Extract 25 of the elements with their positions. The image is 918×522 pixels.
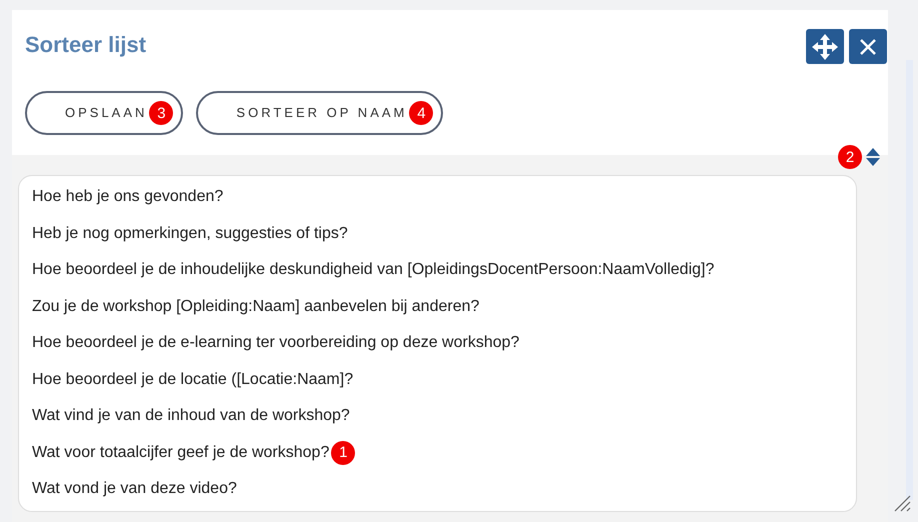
list-item[interactable]: Hoe beoordeel je de inhoudelijke deskundigheid van [OpleidingsDocentPersoon:NaamVolledig]? — [32, 258, 714, 282]
list-item[interactable]: Heb je nog opmerkingen, suggesties of tips? — [32, 222, 348, 246]
list-item[interactable]: Wat vind je van de inhoud van de workshop? — [32, 404, 350, 428]
move-icon — [811, 32, 839, 60]
number-badge: 2 — [838, 145, 862, 169]
button-label: SORTEER OP NAAM — [236, 104, 408, 122]
number-badge: 3 — [149, 101, 174, 125]
list-item[interactable]: Hoe beoordeel je de e-learning ter voorbereiding op deze workshop? — [32, 331, 520, 356]
close-button[interactable] — [849, 29, 887, 64]
dialog-title: Sorteer lijst — [25, 31, 146, 59]
list-item[interactable]: Hoe beoordeel je de locatie ([Locatie:Naam]? — [32, 368, 354, 392]
close-icon — [859, 38, 877, 56]
list-item[interactable]: Zou je de workshop [Opleiding:Naam] aanbevelen bij anderen? — [32, 294, 480, 319]
scrollbar-track[interactable] — [906, 60, 913, 500]
resize-handle-icon[interactable] — [893, 494, 911, 512]
action-button[interactable]: SORTEER OP NAAM 4 — [196, 91, 444, 135]
list-item[interactable]: Wat voor totaalcijfer geef je de workshop? — [32, 440, 330, 465]
button-label: OPSLAAN — [65, 104, 148, 122]
action-button[interactable]: OPSLAAN 3 — [25, 91, 184, 135]
number-badge: 1 — [331, 440, 356, 465]
move-button[interactable] — [806, 29, 844, 64]
number-badge: 4 — [409, 101, 434, 125]
list-item[interactable]: Hoe heb je ons gevonden? — [32, 185, 224, 210]
move-down-icon[interactable] — [866, 158, 880, 166]
list-item[interactable]: Wat vond je van deze video? — [32, 477, 237, 502]
